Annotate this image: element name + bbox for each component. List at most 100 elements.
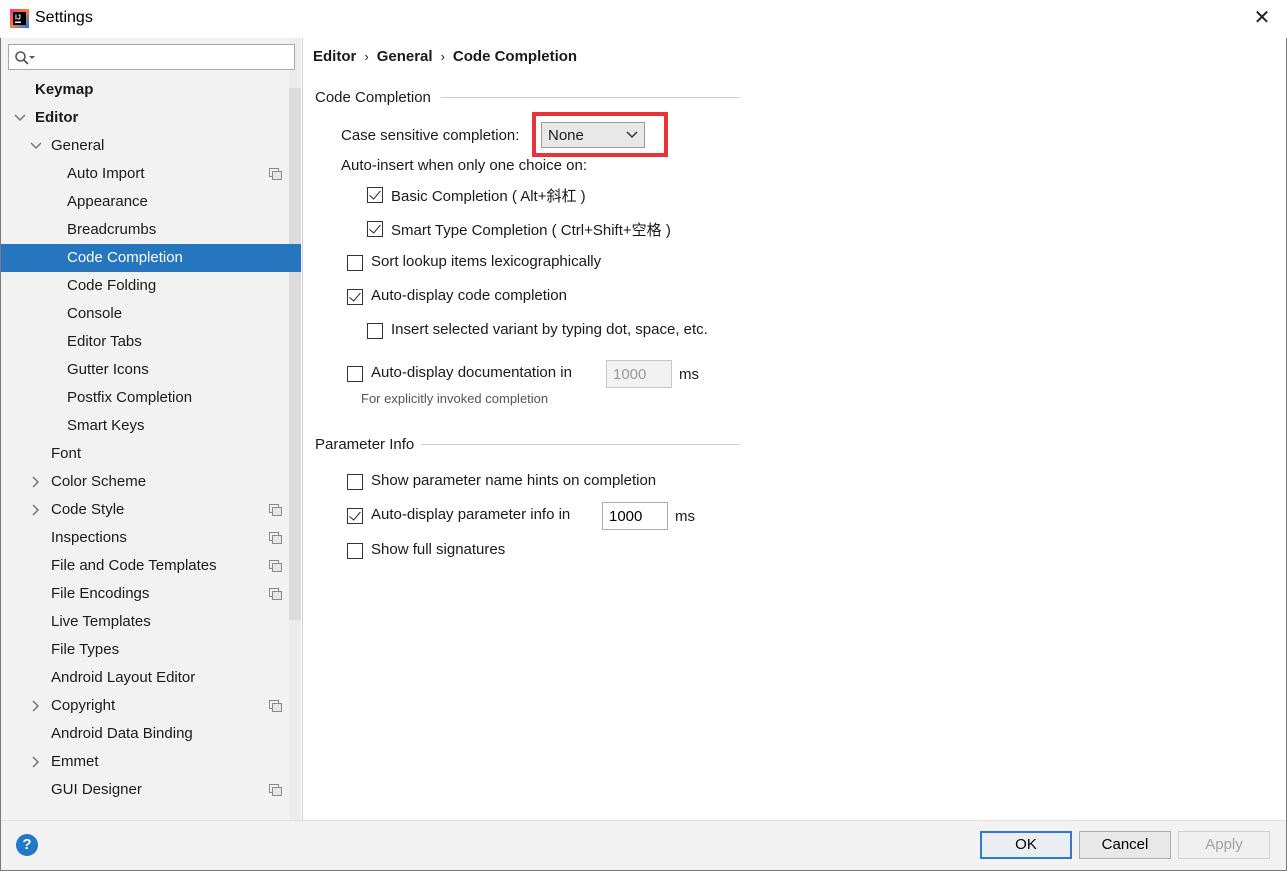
sidebar-item-code-folding[interactable]: Code Folding bbox=[1, 272, 301, 300]
sidebar-item-color-scheme[interactable]: Color Scheme bbox=[1, 468, 301, 496]
chevron-right-icon[interactable] bbox=[29, 468, 43, 496]
sidebar-item-editor-tabs[interactable]: Editor Tabs bbox=[1, 328, 301, 356]
sidebar-item-gui-designer[interactable]: GUI Designer bbox=[1, 776, 301, 804]
sidebar-item-file-and-code-templates[interactable]: File and Code Templates bbox=[1, 552, 301, 580]
sidebar-item-postfix-completion[interactable]: Postfix Completion bbox=[1, 384, 301, 412]
chevron-down-icon bbox=[626, 131, 638, 139]
project-scope-icon bbox=[269, 560, 282, 572]
doc-delay-unit: ms bbox=[679, 366, 699, 383]
sidebar-item-editor[interactable]: Editor bbox=[1, 104, 301, 132]
auto-display-doc-checkbox[interactable] bbox=[347, 366, 363, 382]
sidebar-item-gutter-icons[interactable]: Gutter Icons bbox=[1, 356, 301, 384]
project-scope-icon bbox=[269, 168, 282, 180]
chevron-right-icon[interactable] bbox=[29, 496, 43, 524]
sidebar-item-label: Appearance bbox=[67, 193, 148, 210]
dialog-button-bar: ? OK Cancel Apply bbox=[1, 820, 1286, 870]
group-separator bbox=[421, 444, 740, 445]
auto-display-param-checkbox[interactable] bbox=[347, 508, 363, 524]
sidebar-item-label: File Encodings bbox=[51, 585, 150, 602]
settings-search-box[interactable] bbox=[8, 44, 295, 70]
sidebar-item-label: Breadcrumbs bbox=[67, 221, 157, 238]
cancel-button[interactable]: Cancel bbox=[1079, 831, 1171, 859]
sidebar-item-label: Keymap bbox=[35, 81, 94, 98]
insert-selected-checkbox[interactable] bbox=[367, 323, 383, 339]
group-separator bbox=[441, 97, 740, 98]
sidebar-item-inspections[interactable]: Inspections bbox=[1, 524, 301, 552]
sidebar-item-label: GUI Designer bbox=[51, 781, 142, 798]
sidebar-item-label: Font bbox=[51, 445, 82, 462]
sidebar-item-console[interactable]: Console bbox=[1, 300, 301, 328]
chevron-right-icon[interactable] bbox=[29, 748, 43, 776]
case-sensitive-label: Case sensitive completion: bbox=[341, 127, 520, 144]
sidebar-item-smart-keys[interactable]: Smart Keys bbox=[1, 412, 301, 440]
sidebar-item-label: Smart Keys bbox=[67, 417, 145, 434]
breadcrumb-separator: › bbox=[364, 49, 369, 64]
sidebar-item-copyright[interactable]: Copyright bbox=[1, 692, 301, 720]
breadcrumb-separator: › bbox=[440, 49, 445, 64]
basic-completion-checkbox[interactable] bbox=[367, 187, 383, 203]
svg-text:IJ: IJ bbox=[15, 15, 21, 22]
sidebar-item-label: Console bbox=[67, 305, 123, 322]
intellij-app-icon: IJ bbox=[10, 9, 29, 28]
project-scope-icon bbox=[269, 588, 282, 600]
sidebar-item-label: Copyright bbox=[51, 697, 116, 714]
settings-search-input[interactable] bbox=[41, 47, 289, 67]
help-button[interactable]: ? bbox=[16, 834, 38, 856]
sidebar-item-android-layout-editor[interactable]: Android Layout Editor bbox=[1, 664, 301, 692]
apply-button[interactable]: Apply bbox=[1178, 831, 1270, 859]
project-scope-icon bbox=[269, 700, 282, 712]
title-bar: IJ Settings ✕ bbox=[0, 0, 1287, 38]
doc-delay-input[interactable] bbox=[606, 360, 672, 388]
sidebar-item-label: Color Scheme bbox=[51, 473, 147, 490]
sidebar-item-breadcrumbs[interactable]: Breadcrumbs bbox=[1, 216, 301, 244]
chevron-down-icon[interactable] bbox=[13, 104, 27, 132]
param-delay-input[interactable] bbox=[602, 502, 668, 530]
auto-display-code-checkbox[interactable] bbox=[347, 289, 363, 305]
doc-hint-text: For explicitly invoked completion bbox=[361, 391, 549, 406]
breadcrumb: Editor › General › Code Completion bbox=[313, 48, 577, 65]
sidebar-item-label: Editor Tabs bbox=[67, 333, 142, 350]
sidebar-item-keymap[interactable]: Keymap bbox=[1, 76, 301, 104]
parameter-info-group-title: Parameter Info bbox=[315, 436, 415, 453]
sort-lookup-checkbox[interactable] bbox=[347, 255, 363, 271]
breadcrumb-code-completion: Code Completion bbox=[452, 48, 578, 65]
sidebar-item-label: Emmet bbox=[51, 753, 99, 770]
breadcrumb-editor[interactable]: Editor bbox=[313, 48, 356, 65]
sidebar-item-appearance[interactable]: Appearance bbox=[1, 188, 301, 216]
sidebar-item-emmet[interactable]: Emmet bbox=[1, 748, 301, 776]
search-icon bbox=[15, 51, 35, 65]
show-name-hints-checkbox[interactable] bbox=[347, 474, 363, 490]
sidebar-item-live-templates[interactable]: Live Templates bbox=[1, 608, 301, 636]
case-sensitive-dropdown[interactable]: None bbox=[541, 122, 645, 148]
sidebar-item-label: Code Folding bbox=[67, 277, 157, 294]
case-sensitive-value: None bbox=[548, 127, 584, 144]
auto-insert-label: Auto-insert when only one choice on: bbox=[341, 157, 587, 174]
ok-button[interactable]: OK bbox=[980, 831, 1072, 859]
sidebar-item-android-data-binding[interactable]: Android Data Binding bbox=[1, 720, 301, 748]
sidebar-item-file-types[interactable]: File Types bbox=[1, 636, 301, 664]
smart-type-completion-label: Smart Type Completion ( Ctrl+Shift+空格 ) bbox=[391, 222, 671, 239]
breadcrumb-general[interactable]: General bbox=[377, 48, 433, 65]
auto-display-code-label: Auto-display code completion bbox=[371, 287, 567, 304]
sidebar-item-label: Editor bbox=[35, 109, 79, 126]
sidebar-item-code-completion[interactable]: Code Completion bbox=[1, 244, 301, 272]
chevron-right-icon[interactable] bbox=[29, 692, 43, 720]
sidebar-item-code-style[interactable]: Code Style bbox=[1, 496, 301, 524]
chevron-down-icon[interactable] bbox=[29, 132, 43, 160]
smart-type-completion-checkbox[interactable] bbox=[367, 221, 383, 237]
sort-lookup-label: Sort lookup items lexicographically bbox=[371, 253, 602, 270]
close-window-button[interactable]: ✕ bbox=[1251, 6, 1273, 30]
sidebar-item-font[interactable]: Font bbox=[1, 440, 301, 468]
show-full-signatures-checkbox[interactable] bbox=[347, 543, 363, 559]
settings-sidebar: Appearance & BehaviorKeymapEditorGeneral… bbox=[1, 38, 301, 820]
sidebar-item-file-encodings[interactable]: File Encodings bbox=[1, 580, 301, 608]
sidebar-item-label: File Types bbox=[51, 641, 120, 658]
sidebar-item-label: File and Code Templates bbox=[51, 557, 217, 574]
basic-completion-label: Basic Completion ( Alt+斜杠 ) bbox=[391, 188, 586, 205]
param-delay-unit: ms bbox=[675, 508, 695, 525]
insert-selected-label: Insert selected variant by typing dot, s… bbox=[391, 321, 708, 338]
sidebar-item-general[interactable]: General bbox=[1, 132, 301, 160]
show-name-hints-label: Show parameter name hints on completion bbox=[371, 472, 657, 489]
sidebar-item-auto-import[interactable]: Auto Import bbox=[1, 160, 301, 188]
code-completion-group-title: Code Completion bbox=[315, 89, 431, 106]
